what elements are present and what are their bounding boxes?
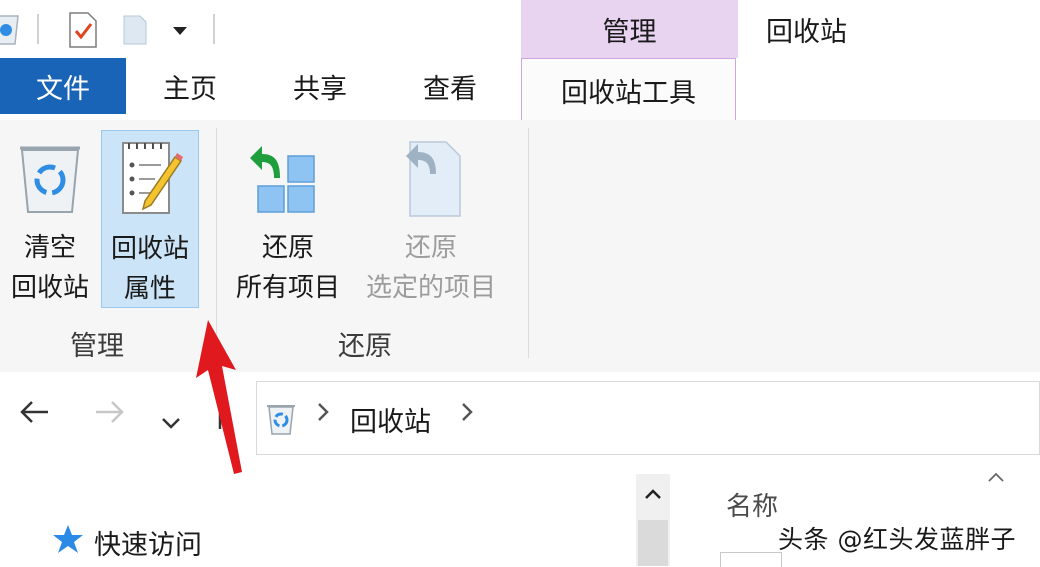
group-separator [528, 128, 529, 358]
customize-qa-dropdown[interactable] [172, 18, 188, 44]
window-title: 回收站 [766, 17, 847, 48]
breadcrumb-recycle-bin[interactable]: 回收站 [350, 400, 431, 439]
qa-separator [213, 14, 215, 44]
tab-share[interactable]: 共享 [270, 58, 370, 114]
group-label-manage: 管理 [70, 331, 124, 362]
recycle-bin-properties-button[interactable]: 回收站 属性 [101, 130, 199, 308]
forward-button[interactable] [94, 398, 126, 434]
column-header-name[interactable]: 名称 [726, 486, 778, 523]
tab-view[interactable]: 查看 [400, 58, 500, 114]
watermark: 头条 @红头发蓝胖子 [778, 525, 1016, 554]
restore-selected-button[interactable]: 还原 选定的项目 [356, 130, 506, 310]
context-tab-header: 管理 [521, 0, 738, 58]
properties-label-2: 属性 [123, 274, 176, 304]
tab-file[interactable]: 文件 [0, 58, 126, 114]
tab-recycle-bin-tools[interactable]: 回收站工具 [521, 58, 736, 121]
list-item[interactable] [720, 552, 782, 567]
restore-all-label-1: 还原 [261, 233, 314, 263]
restore-selected-label-2: 选定的项目 [365, 273, 496, 303]
recent-locations-dropdown[interactable] [160, 404, 182, 439]
restore-all-button[interactable]: 还原 所有项目 [226, 130, 350, 310]
new-folder-quick-button[interactable] [122, 14, 148, 50]
title-bar [0, 0, 1040, 58]
breadcrumb-chevron-icon[interactable] [460, 400, 474, 430]
recycle-bin-app-icon [0, 10, 24, 52]
tab-home[interactable]: 主页 [140, 58, 240, 114]
star-icon [52, 524, 84, 561]
empty-recycle-bin-button[interactable]: 清空 回收站 [4, 130, 96, 310]
properties-quick-button[interactable] [68, 12, 98, 52]
group-label-restore: 还原 [338, 331, 392, 362]
qa-separator [37, 14, 39, 44]
empty-recycle-bin-label-2: 回收站 [10, 273, 89, 303]
restore-all-icon [250, 138, 326, 222]
red-arrow-annotation [186, 318, 250, 482]
scroll-thumb[interactable] [638, 520, 668, 566]
back-button[interactable] [18, 398, 50, 434]
breadcrumb-chevron-icon[interactable] [316, 400, 330, 430]
recycle-bin-icon [266, 402, 296, 440]
restore-selected-label-1: 还原 [404, 233, 457, 263]
properties-notepad-icon [115, 139, 185, 221]
restore-selected-icon [396, 136, 466, 222]
empty-recycle-bin-label-1: 清空 [23, 233, 76, 263]
nav-quick-access[interactable]: 快速访问 [52, 523, 202, 562]
recycle-bin-icon [18, 140, 82, 220]
scroll-up-button[interactable] [636, 474, 670, 514]
quick-access-label: 快速访问 [94, 530, 202, 561]
restore-all-label-2: 所有项目 [235, 273, 340, 303]
properties-label-1: 回收站 [110, 234, 189, 264]
sort-caret-icon [986, 465, 1006, 490]
